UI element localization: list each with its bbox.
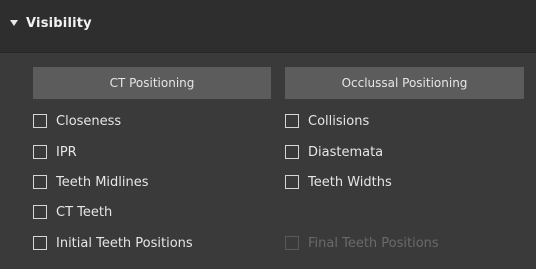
section-title: Visibility <box>26 16 92 31</box>
option-label: CT Teeth <box>56 204 113 220</box>
checkbox[interactable] <box>33 175 47 189</box>
collapse-caret-icon[interactable] <box>10 20 18 26</box>
option-label: IPR <box>56 144 77 160</box>
checkbox[interactable] <box>33 205 47 219</box>
option-label: Teeth Midlines <box>56 174 149 190</box>
option-teeth-widths[interactable]: Teeth Widths <box>285 172 392 192</box>
option-ct-teeth[interactable]: CT Teeth <box>33 202 112 222</box>
occlusal-positioning-button[interactable]: Occlussal Positioning <box>285 67 524 99</box>
checkbox[interactable] <box>33 236 47 250</box>
checkbox-disabled <box>285 236 299 250</box>
checkbox[interactable] <box>33 145 47 159</box>
checkbox[interactable] <box>33 114 47 128</box>
option-collisions[interactable]: Collisions <box>285 111 369 131</box>
option-label: Closeness <box>56 113 122 129</box>
option-label: Collisions <box>308 113 370 129</box>
visibility-panel: Visibility CT Positioning Occlussal Posi… <box>0 0 536 269</box>
option-closeness[interactable]: Closeness <box>33 111 121 131</box>
ct-positioning-button[interactable]: CT Positioning <box>33 67 271 99</box>
option-final-teeth-positions: Final Teeth Positions <box>285 233 439 253</box>
option-ipr[interactable]: IPR <box>33 142 77 162</box>
option-initial-teeth-positions[interactable]: Initial Teeth Positions <box>33 233 193 253</box>
option-label: Teeth Widths <box>308 174 392 190</box>
section-header[interactable]: Visibility <box>0 0 536 53</box>
option-label: Initial Teeth Positions <box>56 235 193 251</box>
checkbox[interactable] <box>285 175 299 189</box>
checkbox[interactable] <box>285 145 299 159</box>
option-diastemata[interactable]: Diastemata <box>285 142 383 162</box>
option-label: Final Teeth Positions <box>308 235 439 251</box>
option-teeth-midlines[interactable]: Teeth Midlines <box>33 172 149 192</box>
checkbox[interactable] <box>285 114 299 128</box>
option-label: Diastemata <box>308 144 384 160</box>
